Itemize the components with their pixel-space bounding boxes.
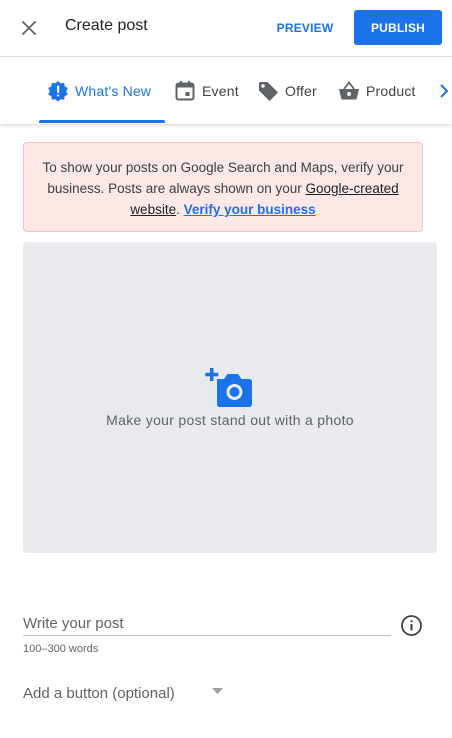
calendar-icon — [174, 80, 196, 102]
tab-offer[interactable]: Offer — [257, 58, 317, 124]
verify-business-link[interactable]: Verify your business — [184, 202, 316, 217]
preview-button[interactable]: PREVIEW — [272, 11, 338, 45]
tabs-scroll-right-button[interactable] — [436, 80, 452, 102]
tab-product[interactable]: Product — [338, 58, 416, 124]
dialog-header: Create post PREVIEW PUBLISH — [0, 0, 452, 57]
tab-whats-new[interactable]: What's New — [47, 58, 151, 124]
post-text-field[interactable]: Write your post — [23, 612, 391, 636]
add-button-label: Add a button (optional) — [23, 684, 175, 702]
tab-label: Offer — [285, 83, 317, 99]
active-tab-indicator — [39, 120, 165, 123]
post-text-placeholder: Write your post — [23, 615, 124, 632]
basket-icon — [338, 80, 360, 102]
tab-event[interactable]: Event — [174, 58, 239, 124]
alert-text-end: . — [176, 202, 184, 217]
dialog-title: Create post — [65, 17, 148, 34]
create-post-dialog: Create post PREVIEW PUBLISH What's New E… — [0, 0, 452, 738]
tag-icon — [257, 80, 279, 102]
tab-label: What's New — [75, 83, 152, 99]
close-button[interactable] — [16, 15, 42, 41]
chevron-down-icon — [212, 688, 223, 694]
chevron-right-icon — [440, 84, 449, 98]
add-button-dropdown[interactable]: Add a button (optional) — [23, 680, 233, 706]
add-photo-prompt: Make your post stand out with a photo — [106, 412, 354, 428]
verify-business-alert: To show your posts on Google Search and … — [23, 142, 423, 232]
info-icon[interactable] — [400, 614, 423, 637]
alert-badge-icon — [47, 80, 69, 102]
close-icon — [21, 20, 37, 36]
add-photo-icon — [205, 368, 252, 407]
tab-label: Product — [366, 83, 416, 99]
tab-label: Event — [202, 83, 239, 99]
add-photo-area[interactable]: Make your post stand out with a photo — [23, 242, 437, 553]
publish-button[interactable]: PUBLISH — [354, 10, 442, 45]
word-count-hint: 100–300 words — [23, 643, 99, 655]
post-type-tabs: What's New Event Offer Product — [0, 58, 452, 124]
